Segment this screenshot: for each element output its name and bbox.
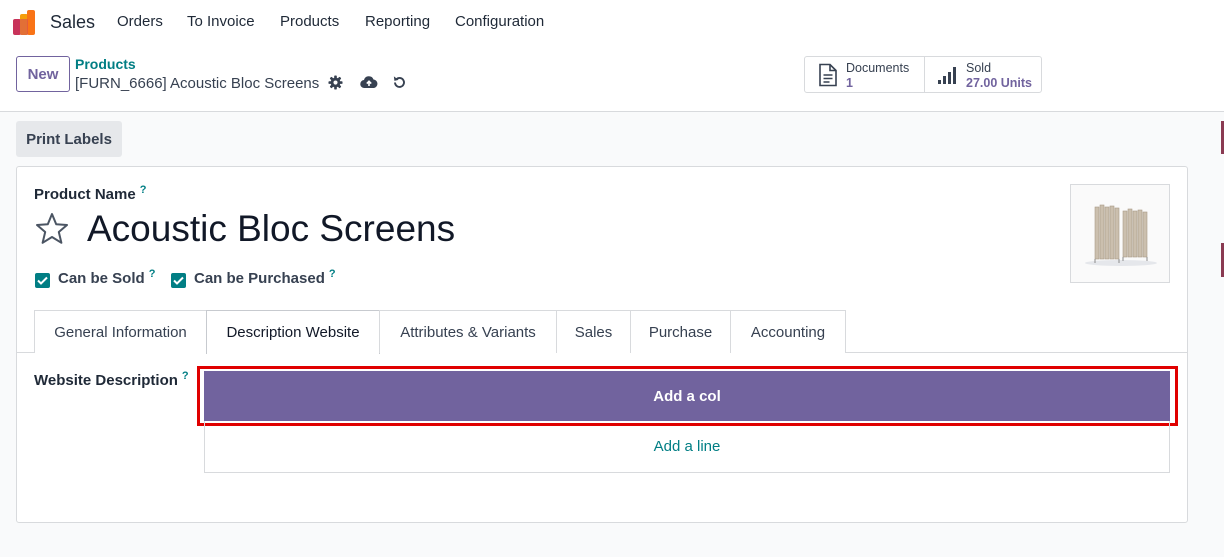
menu-orders[interactable]: Orders <box>117 13 163 30</box>
gear-icon[interactable] <box>326 73 344 91</box>
sold-quantity: 27.00 Units <box>966 76 1033 90</box>
documents-smart-button[interactable]: Documents 1 <box>804 56 925 93</box>
product-name-label: Product Name? <box>34 184 147 203</box>
tab-description-website[interactable]: Description Website <box>206 310 380 354</box>
menu-products[interactable]: Products <box>280 13 339 30</box>
top-navbar: Sales Orders To Invoice Products Reporti… <box>0 0 1224 44</box>
can-be-purchased-checkbox[interactable] <box>171 273 186 288</box>
tab-attributes-variants[interactable]: Attributes & Variants <box>379 310 557 353</box>
product-form-sheet: Product Name? Acoustic Bloc Screens Can … <box>16 166 1188 523</box>
sales-app-icon[interactable] <box>13 10 39 35</box>
menu-configuration[interactable]: Configuration <box>455 13 544 30</box>
tab-general-information[interactable]: General Information <box>34 310 207 353</box>
help-tooltip[interactable]: ? <box>329 268 336 280</box>
documents-count: 1 <box>846 76 853 90</box>
breadcrumb-products[interactable]: Products <box>75 56 136 72</box>
website-description-label: Website Description? <box>34 370 189 389</box>
control-panel: New Products [FURN_6666] Acoustic Bloc S… <box>0 44 1224 112</box>
tab-accounting[interactable]: Accounting <box>730 310 846 353</box>
cloud-upload-icon[interactable] <box>360 73 378 91</box>
add-line-link[interactable]: Add a line <box>205 421 1169 471</box>
add-col-button[interactable]: Add a col <box>204 371 1170 421</box>
product-image[interactable] <box>1070 184 1170 283</box>
can-be-purchased-label: Can be Purchased? <box>194 268 336 287</box>
menu-reporting[interactable]: Reporting <box>365 13 430 30</box>
new-button[interactable]: New <box>16 56 70 92</box>
star-icon[interactable] <box>34 211 70 247</box>
document-icon <box>819 63 837 87</box>
sold-smart-button[interactable]: Sold 27.00 Units <box>924 56 1042 93</box>
documents-label: Documents <box>846 61 910 75</box>
breadcrumb-current-record: [FURN_6666] Acoustic Bloc Screens <box>75 75 320 92</box>
can-be-sold-checkbox[interactable] <box>35 273 50 288</box>
tab-purchase[interactable]: Purchase <box>630 310 731 353</box>
description-editor-area: Add a line <box>204 421 1170 473</box>
print-labels-button[interactable]: Print Labels <box>16 121 122 157</box>
help-tooltip[interactable]: ? <box>149 268 156 280</box>
product-name-field[interactable]: Acoustic Bloc Screens <box>87 208 455 250</box>
help-tooltip[interactable]: ? <box>182 370 189 382</box>
bar-chart-icon <box>938 67 956 84</box>
help-tooltip[interactable]: ? <box>140 184 147 196</box>
app-name[interactable]: Sales <box>50 12 95 33</box>
menu-to-invoice[interactable]: To Invoice <box>187 13 255 30</box>
can-be-sold-label: Can be Sold? <box>58 268 156 287</box>
sold-label: Sold <box>966 61 992 75</box>
tab-sales[interactable]: Sales <box>556 310 631 353</box>
discard-icon[interactable] <box>390 73 408 91</box>
